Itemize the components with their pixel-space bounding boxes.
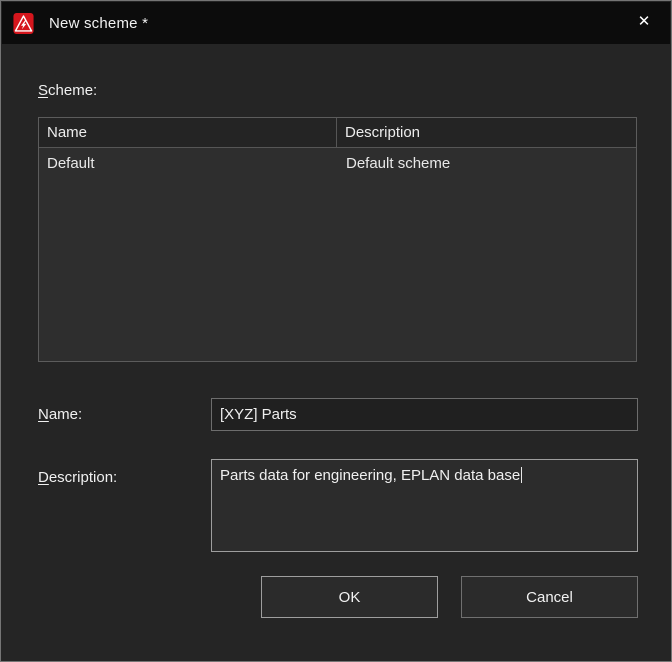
close-icon[interactable]: ✕	[622, 2, 666, 40]
cancel-button[interactable]: Cancel	[461, 576, 638, 618]
ok-button[interactable]: OK	[261, 576, 438, 618]
column-header-name: Name	[39, 118, 337, 147]
scheme-table: Name Description Default Default scheme	[38, 117, 637, 362]
titlebar: New scheme * ✕	[2, 2, 670, 44]
name-label: Name:	[38, 406, 82, 423]
window-title: New scheme *	[49, 15, 148, 32]
description-textarea[interactable]: Parts data for engineering, EPLAN data b…	[211, 459, 638, 552]
row-description-cell: Default scheme	[337, 148, 636, 179]
scheme-table-header: Name Description	[39, 118, 636, 148]
table-row[interactable]: Default Default scheme	[39, 148, 636, 179]
name-input[interactable]	[211, 398, 638, 431]
scheme-label: Scheme:	[38, 82, 97, 99]
description-label: Description:	[38, 469, 117, 486]
new-scheme-dialog: New scheme * ✕ Scheme: Name Description …	[0, 0, 672, 662]
eplan-logo-icon	[13, 12, 34, 35]
text-caret	[521, 467, 522, 483]
description-text: Parts data for engineering, EPLAN data b…	[220, 467, 520, 484]
column-header-description: Description	[337, 118, 636, 147]
row-name-cell: Default	[39, 148, 337, 179]
